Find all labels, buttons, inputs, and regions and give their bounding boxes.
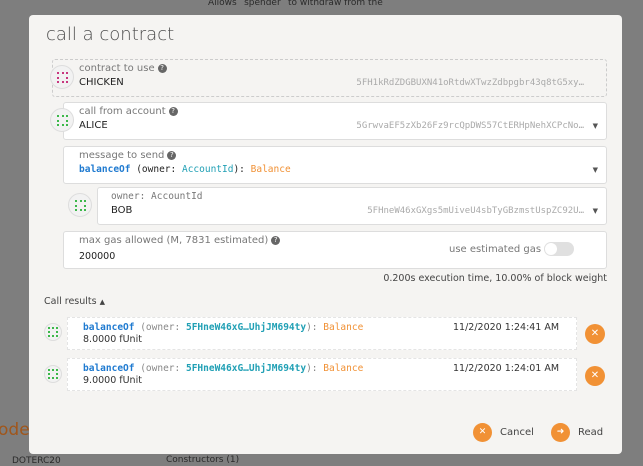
contract-field: contract to use? CHICKEN 5FH1kRdZDGBUXN4… <box>52 59 607 97</box>
account-address: 5GrwvaEF5zXb26Fz9rcQpDWS57CtERHpNehXCPcN… <box>356 121 584 131</box>
owner-account-select[interactable]: owner: AccountId BOB 5FHneW46xGXgs5mUive… <box>97 187 607 225</box>
help-icon[interactable]: ? <box>271 236 281 245</box>
help-icon[interactable]: ? <box>168 107 178 116</box>
modal-title: call a contract <box>46 24 175 45</box>
contract-name: CHICKEN <box>79 77 124 88</box>
result-signature: balanceOf (owner: 5FHneW46xG…UhjJM694ty)… <box>83 322 364 333</box>
result-time: 11/2/2020 1:24:41 AM <box>453 322 560 333</box>
gas-field: max gas allowed (M, 7831 estimated)? 200… <box>63 231 607 269</box>
account-name: ALICE <box>79 120 108 131</box>
contract-identicon <box>50 65 74 89</box>
owner-name: BOB <box>111 205 133 216</box>
gas-input[interactable]: 200000 <box>79 251 115 262</box>
chevron-down-icon: ▼ <box>592 207 598 215</box>
result-signature: balanceOf (owner: 5FHneW46xG…UhjJM694ty)… <box>83 363 364 374</box>
owner-identicon <box>68 193 92 217</box>
account-identicon <box>50 108 74 132</box>
remove-result-button[interactable]: ✕ <box>585 324 605 344</box>
weight-info: 0.200s execution time, 10.00% of block w… <box>383 273 607 284</box>
account-label: call from account? <box>79 106 178 117</box>
help-icon[interactable]: ? <box>167 151 177 160</box>
gas-label: max gas allowed (M, 7831 estimated)? <box>79 235 281 246</box>
result-value: 9.0000 fUnit <box>83 375 142 386</box>
result-identicon <box>44 365 62 383</box>
background-description: Allows `spender` to withdraw from the <box>208 0 383 8</box>
call-contract-modal: call a contract contract to use? CHICKEN… <box>29 15 622 454</box>
remove-result-button[interactable]: ✕ <box>585 366 605 386</box>
background-heading: ode <box>0 420 30 440</box>
use-estimated-gas-toggle[interactable] <box>544 242 574 256</box>
read-button[interactable]: ➜ Read <box>551 423 603 442</box>
close-icon: ✕ <box>473 423 492 442</box>
message-signature: balanceOf (owner: AccountId): Balance <box>79 164 291 175</box>
background-contract-name: DOTERC20 <box>12 456 61 466</box>
result-value: 8.0000 fUnit <box>83 334 142 345</box>
sign-in-icon: ➜ <box>551 423 570 442</box>
chevron-down-icon: ▼ <box>592 122 598 130</box>
owner-label: owner: AccountId <box>111 191 203 202</box>
caret-up-icon: ▲ <box>99 298 106 306</box>
cancel-button[interactable]: ✕ Cancel <box>473 423 534 442</box>
contract-label: contract to use? <box>79 63 167 74</box>
result-item: balanceOf (owner: 5FHneW46xG…UhjJM694ty)… <box>67 358 577 391</box>
call-from-account-select[interactable]: call from account? ALICE 5GrwvaEF5zXb26F… <box>63 102 607 140</box>
result-time: 11/2/2020 1:24:01 AM <box>453 363 560 374</box>
result-item: balanceOf (owner: 5FHneW46xG…UhjJM694ty)… <box>67 317 577 350</box>
chevron-down-icon: ▼ <box>592 166 598 174</box>
call-results-toggle[interactable]: Call results ▲ <box>44 296 105 307</box>
contract-address: 5FH1kRdZDGBUXN41oRtdwXTwzZdbpgbr43q8tG5x… <box>356 78 584 88</box>
message-select[interactable]: message to send? balanceOf (owner: Accou… <box>63 146 607 184</box>
help-icon[interactable]: ? <box>157 64 167 73</box>
result-identicon <box>44 323 62 341</box>
owner-address: 5FHneW46xGXgs5mUiveU4sbTyGBzmstUspZC92U… <box>367 206 584 216</box>
use-estimated-gas-label: use estimated gas <box>449 244 542 255</box>
message-label: message to send? <box>79 150 177 161</box>
